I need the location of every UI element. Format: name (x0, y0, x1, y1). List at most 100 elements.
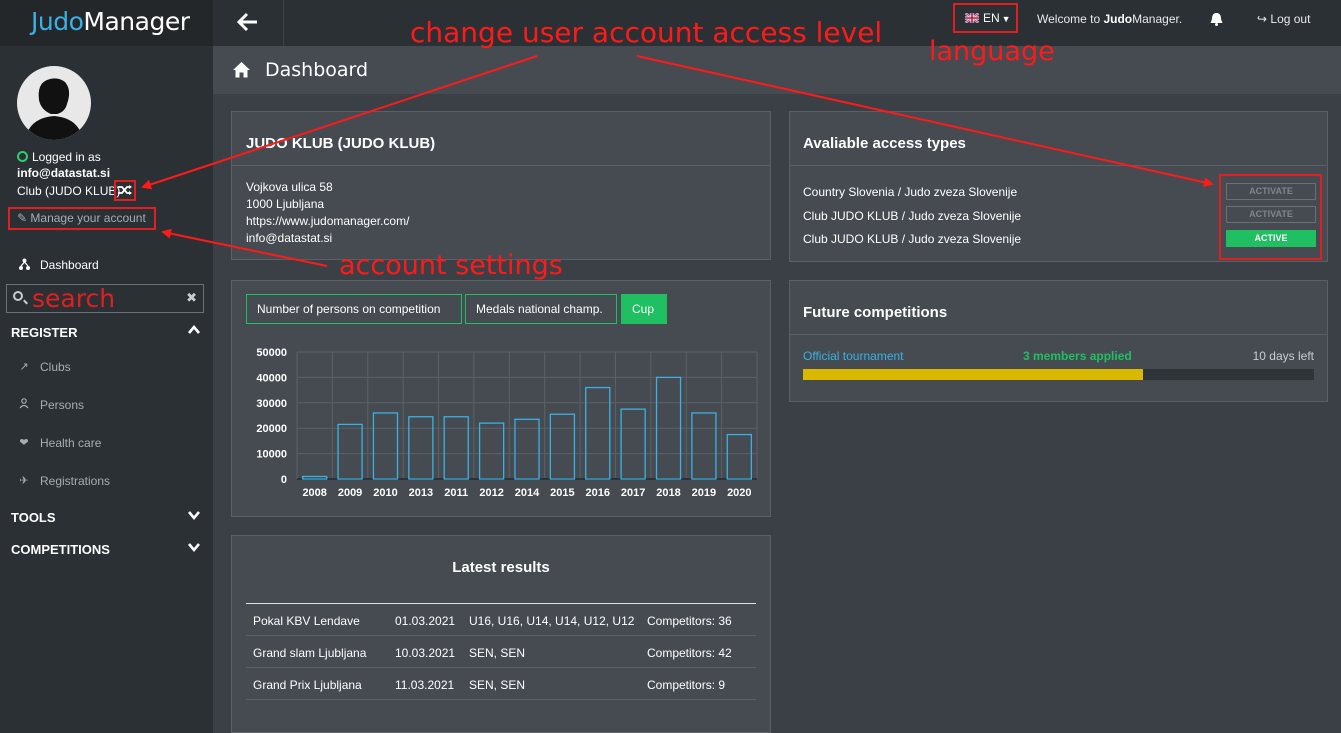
days-left: 10 days left (1252, 349, 1314, 363)
divider (283, 0, 284, 46)
access-title: Avaliable access types (803, 135, 966, 152)
brand-logo[interactable]: JudoManager (0, 0, 213, 46)
bar (478, 422, 505, 480)
chevron-up-icon (188, 324, 200, 334)
clear-search-icon[interactable]: ✖ (186, 290, 197, 306)
logout-button[interactable]: ↪ Log out (1257, 12, 1310, 26)
progress-fill (803, 369, 1143, 380)
x-tick-label: 2013 (409, 487, 433, 499)
bar (691, 412, 717, 480)
user-role: Club (JUDO KLUB) (17, 184, 121, 198)
x-tick-label: 2012 (479, 487, 503, 499)
switch-access-button[interactable] (114, 180, 136, 201)
chart-panel: Number of persons on competition Medals … (231, 280, 771, 517)
result-competitors: Competitors: 9 (647, 678, 726, 692)
future-title: Future competitions (803, 304, 948, 321)
table-row[interactable]: Pokal KBV Lendave 01.03.2021 U16, U16, U… (246, 604, 756, 636)
x-tick-label: 2008 (302, 487, 326, 499)
result-name: Pokal KBV Lendave (253, 614, 360, 628)
user-email: info@datastat.si (17, 166, 111, 180)
logout-icon: ↪ (1257, 12, 1268, 26)
chevron-down-icon (188, 543, 200, 553)
result-categories: U16, U16, U14, U14, U12, U12 (469, 614, 635, 628)
divider (790, 165, 1327, 166)
access-buttons-group: ACTIVATE ACTIVATE ACTIVE (1219, 174, 1322, 260)
future-competitions-panel: Future competitions Official tournament … (789, 280, 1328, 402)
y-tick-label: 40000 (256, 372, 287, 384)
x-tick-label: 2018 (656, 487, 680, 499)
x-tick-label: 2016 (586, 487, 610, 499)
user-silhouette-icon (25, 78, 83, 140)
members-applied: 3 members applied (1023, 349, 1132, 363)
bell-icon[interactable] (1210, 12, 1223, 26)
table-row[interactable]: Grand slam Ljubljana 10.03.2021 SEN, SEN… (246, 636, 756, 668)
competition-link[interactable]: Official tournament (803, 349, 904, 363)
x-tick-label: 2010 (373, 487, 397, 499)
divider (790, 334, 1327, 335)
club-website[interactable]: https://www.judomanager.com/ (246, 214, 409, 228)
logged-in-label: Logged in as (17, 150, 101, 164)
x-tick-label: 2015 (550, 487, 574, 499)
annotation-language: language (929, 36, 1055, 67)
result-competitors: Competitors: 36 (647, 614, 732, 628)
active-status-button[interactable]: ACTIVE (1226, 230, 1316, 247)
sitemap-icon (17, 258, 31, 273)
chevron-down-icon (188, 511, 200, 521)
bar (408, 416, 434, 480)
search-input[interactable] (32, 287, 182, 310)
language-selector[interactable]: EN ▼ (953, 3, 1018, 33)
tab-persons-on-competition[interactable]: Number of persons on competition (246, 294, 462, 324)
progress-bar (803, 369, 1314, 380)
sidebar-item-dashboard[interactable]: Dashboard (0, 258, 213, 276)
section-register[interactable]: REGISTER (11, 324, 201, 340)
tab-cup[interactable]: Cup (621, 294, 667, 324)
result-date: 11.03.2021 (395, 678, 455, 692)
pencil-icon: ✎ (17, 211, 28, 225)
section-tools[interactable]: TOOLS (11, 510, 201, 525)
annotation-access-level: change user account access level (410, 16, 883, 49)
x-tick-label: 2020 (727, 487, 751, 499)
access-types-panel: Avaliable access types Country Slovenia … (789, 111, 1328, 262)
results-title: Latest results (452, 559, 550, 576)
tab-medals-national[interactable]: Medals national champ. (465, 294, 617, 324)
divider (232, 165, 770, 166)
home-icon (233, 62, 250, 78)
table-row[interactable]: Grand Prix Ljubljana 11.03.2021 SEN, SEN… (246, 668, 756, 700)
club-address: Vojkova ulica 58 (246, 180, 333, 194)
bar (372, 412, 399, 480)
avatar[interactable] (17, 66, 91, 140)
y-tick-label: 10000 (256, 449, 287, 461)
access-item-label: Country Slovenia / Judo zveza Slovenije (803, 185, 1018, 199)
sidebar: JudoManager Logged in as info@datastat.s… (0, 0, 213, 733)
manage-account-link[interactable]: ✎ Manage your account (8, 207, 156, 230)
welcome-text: Welcome to JudoManager. (1037, 12, 1183, 26)
bar (549, 413, 576, 480)
page-header: Dashboard (213, 46, 1341, 94)
x-tick-label: 2014 (515, 487, 540, 499)
club-title: JUDO KLUB (JUDO KLUB) (246, 135, 436, 152)
back-arrow-icon[interactable] (235, 10, 261, 34)
latest-results-panel: Latest results Pokal KBV Lendave 01.03.2… (231, 535, 771, 733)
sidebar-search: ✖ (6, 284, 204, 313)
result-categories: SEN, SEN (469, 646, 526, 660)
result-categories: SEN, SEN (469, 678, 526, 692)
user-icon (17, 398, 31, 412)
x-tick-label: 2009 (338, 487, 362, 499)
online-status-icon (17, 151, 28, 162)
bar (726, 433, 752, 480)
pin-icon: ✈ (19, 475, 29, 487)
bar (302, 475, 328, 480)
section-competitions[interactable]: COMPETITIONS (11, 542, 201, 557)
bar (443, 416, 469, 480)
result-date: 01.03.2021 (395, 614, 456, 628)
external-link-icon: ↗ (19, 361, 29, 373)
club-email[interactable]: info@datastat.si (246, 231, 332, 245)
access-item-label: Club JUDO KLUB / Judo zveza Slovenije (803, 209, 1022, 223)
search-icon (13, 291, 23, 301)
activate-button[interactable]: ACTIVATE (1226, 183, 1316, 200)
activate-button[interactable]: ACTIVATE (1226, 206, 1316, 223)
annotation-account-settings: account settings (339, 250, 563, 281)
result-name: Grand slam Ljubljana (253, 646, 367, 660)
result-name: Grand Prix Ljubljana (253, 678, 362, 692)
bar (585, 386, 611, 480)
